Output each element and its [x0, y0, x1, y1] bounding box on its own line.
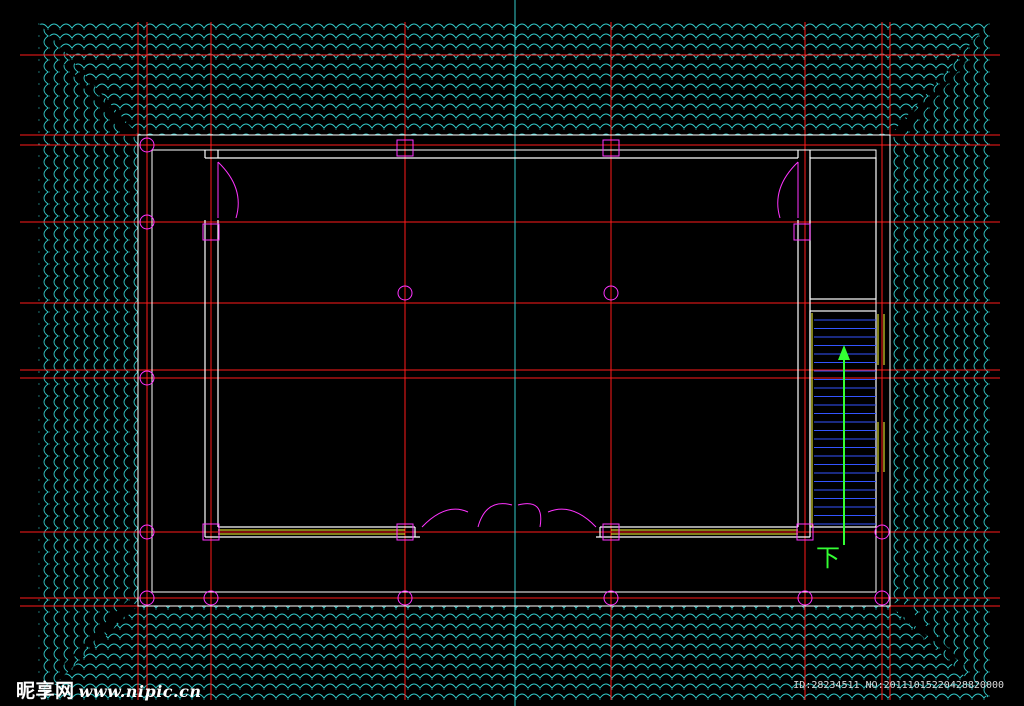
watermark: 昵享网 www.nipic.cn: [16, 676, 201, 703]
roof-top-slope: [38, 22, 990, 135]
watermark-brand: 昵享网: [16, 680, 75, 702]
watermark-site: www.nipic.cn: [78, 682, 202, 701]
image-id-line: ID:28234511 NO:20111015220428820000: [793, 680, 1004, 691]
stair-direction-label: 下: [816, 544, 840, 572]
floor-plan-drawing: [20, 0, 1000, 706]
